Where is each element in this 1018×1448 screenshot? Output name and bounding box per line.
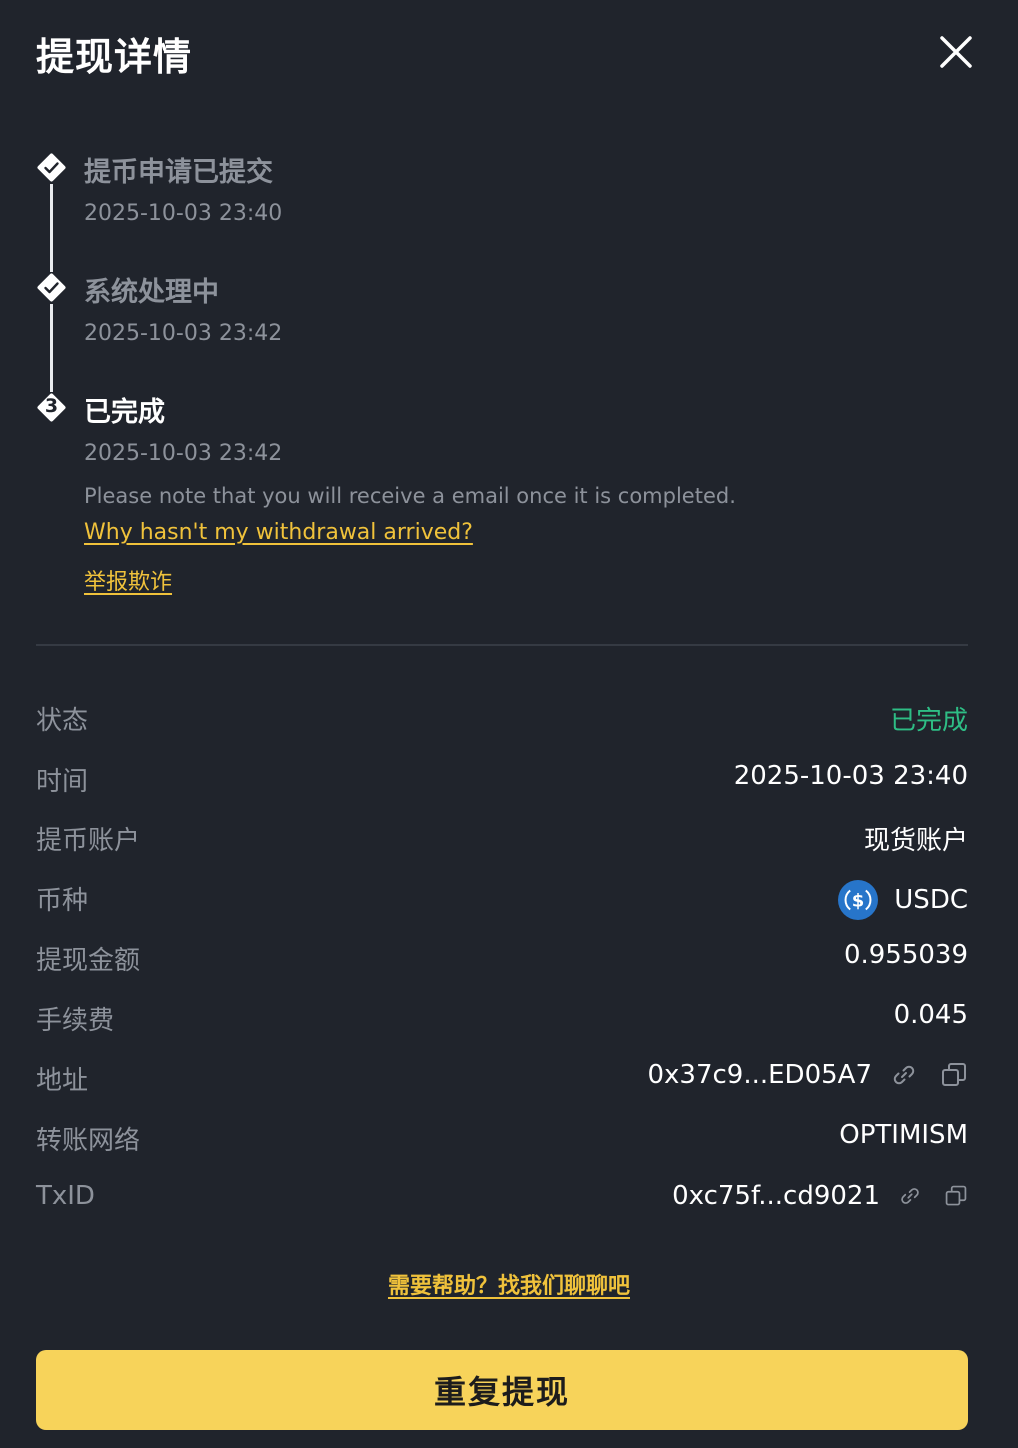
withdrawal-detail-panel: 提现详情 提币申请已提交 2025-10-03 23:40 系统处理中 2025… bbox=[0, 0, 1018, 1448]
timeline-connector bbox=[50, 184, 53, 272]
timeline-step-title: 已完成 bbox=[84, 397, 165, 428]
detail-label: 手续费 bbox=[36, 1006, 115, 1036]
timeline-step-title: 系统处理中 bbox=[84, 277, 219, 308]
account-value: 现货账户 bbox=[863, 826, 968, 856]
detail-label: 地址 bbox=[36, 1066, 89, 1096]
timeline-step-title: 提币申请已提交 bbox=[84, 157, 273, 188]
usdc-coin-icon: $ bbox=[838, 880, 879, 920]
repeat-withdrawal-label: 重复提现 bbox=[433, 1373, 570, 1411]
link-icon[interactable] bbox=[890, 1061, 918, 1089]
txid-text: 0xc75f...cd9021 bbox=[672, 1181, 880, 1211]
detail-label: 提现金额 bbox=[36, 946, 141, 976]
timeline-step-time: 2025-10-03 23:42 bbox=[84, 441, 283, 466]
detail-row-time: 时间 2025-10-03 23:40 bbox=[36, 757, 968, 797]
repeat-withdrawal-button[interactable]: 重复提现 bbox=[36, 1350, 968, 1430]
coin-value: $ USDC bbox=[838, 880, 968, 920]
check-icon bbox=[37, 153, 66, 182]
detail-label: 提币账户 bbox=[36, 826, 141, 856]
amount-value: 0.955039 bbox=[843, 940, 968, 970]
page-title: 提现详情 bbox=[36, 35, 193, 79]
report-fraud-link[interactable]: 举报欺诈 bbox=[84, 564, 172, 596]
copy-icon[interactable] bbox=[944, 1184, 968, 1208]
detail-row-fee: 手续费 0.045 bbox=[36, 996, 968, 1036]
time-value: 2025-10-03 23:40 bbox=[733, 761, 968, 791]
detail-row-coin: 币种 $ USDC bbox=[36, 876, 968, 920]
address-value: 0x37c9...ED05A7 bbox=[647, 1060, 968, 1090]
detail-row-network: 转账网络 OPTIMISM bbox=[36, 1116, 968, 1156]
status-value: 已完成 bbox=[889, 706, 968, 736]
step-number-badge: 3 bbox=[35, 391, 68, 424]
copy-icon[interactable] bbox=[940, 1061, 968, 1089]
detail-label: 状态 bbox=[36, 706, 89, 736]
detail-label: TxID bbox=[36, 1181, 95, 1211]
detail-row-txid: TxID 0xc75f...cd9021 bbox=[36, 1177, 968, 1217]
detail-row-address: 地址 0x37c9...ED05A7 bbox=[36, 1056, 968, 1096]
txid-value: 0xc75f...cd9021 bbox=[672, 1181, 968, 1211]
help-container: 需要帮助？找我们聊聊吧 bbox=[0, 1268, 1018, 1300]
link-icon[interactable] bbox=[898, 1184, 922, 1208]
detail-row-status: 状态 已完成 bbox=[36, 696, 968, 736]
timeline-step-time: 2025-10-03 23:40 bbox=[84, 201, 283, 226]
divider bbox=[36, 644, 968, 646]
help-chat-link[interactable]: 需要帮助？找我们聊聊吧 bbox=[388, 1274, 630, 1299]
svg-text:$: $ bbox=[852, 891, 865, 912]
detail-row-amount: 提现金额 0.955039 bbox=[36, 936, 968, 976]
step-number: 3 bbox=[44, 395, 59, 417]
why-not-arrived-link[interactable]: Why hasn't my withdrawal arrived? bbox=[84, 520, 473, 545]
detail-row-account: 提币账户 现货账户 bbox=[36, 816, 968, 856]
network-value: OPTIMISM bbox=[839, 1120, 968, 1150]
close-icon[interactable] bbox=[936, 32, 976, 72]
timeline-connector bbox=[50, 304, 53, 392]
detail-label: 转账网络 bbox=[36, 1126, 141, 1156]
detail-label: 币种 bbox=[36, 886, 89, 916]
coin-symbol: USDC bbox=[894, 885, 968, 915]
completion-note: Please note that you will receive a emai… bbox=[84, 484, 736, 508]
fee-value: 0.045 bbox=[893, 1000, 968, 1030]
address-text: 0x37c9...ED05A7 bbox=[647, 1060, 872, 1090]
timeline-step-time: 2025-10-03 23:42 bbox=[84, 321, 283, 346]
detail-label: 时间 bbox=[36, 767, 89, 797]
check-icon bbox=[37, 273, 66, 302]
